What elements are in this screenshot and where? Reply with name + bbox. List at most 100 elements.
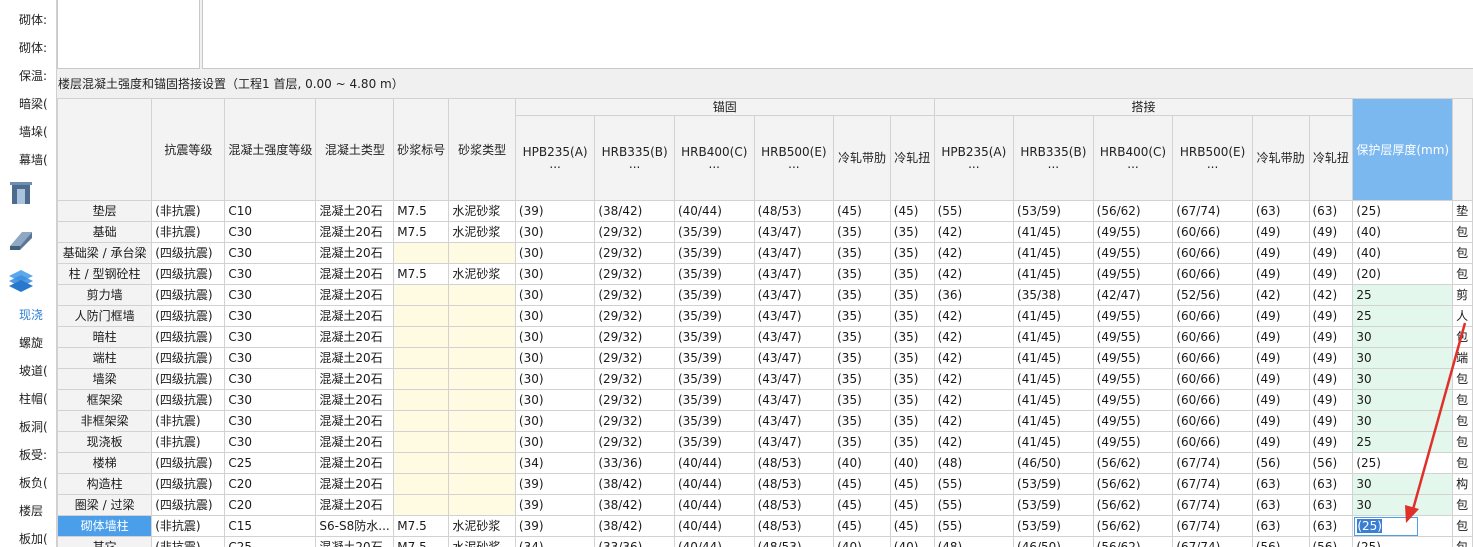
cell-lap-2[interactable]: (49/55) <box>1092 410 1174 432</box>
cell-anchor-0[interactable]: (30) <box>514 389 596 411</box>
cell-anchor-3[interactable]: (43/47) <box>753 389 835 411</box>
cell-mortar-type[interactable]: 水泥砂浆 <box>448 221 516 243</box>
cell-lap-1[interactable]: (53/59) <box>1013 200 1094 222</box>
cell-anchor-2[interactable]: (40/44) <box>673 452 755 474</box>
cell-lap-3[interactable]: (52/56) <box>1172 284 1253 306</box>
cell-lap-1[interactable]: (41/45) <box>1013 389 1094 411</box>
door-frame-icon[interactable] <box>6 178 36 208</box>
cell-lap-3[interactable]: (60/66) <box>1172 389 1253 411</box>
cell-lap-2[interactable]: (56/62) <box>1092 536 1174 547</box>
cell-anchor-1[interactable]: (29/32) <box>594 389 675 411</box>
cell-cover-thickness-editor[interactable]: (25) <box>1352 515 1454 537</box>
sidebar-item-cast-in-place[interactable]: 现浇 <box>19 305 43 325</box>
cell-lap-5[interactable]: (49) <box>1308 221 1354 243</box>
cell-anchor-4[interactable]: (35) <box>833 284 891 306</box>
cell-anchor-3[interactable]: (43/47) <box>753 431 835 453</box>
table-row[interactable]: 剪力墙 (四级抗震) C30 混凝土20石 (30) (29/32) (35/39) (43/… <box>57 284 1473 306</box>
row-component-name[interactable]: 基础梁 / 承台梁 <box>57 242 153 264</box>
cell-anchor-1[interactable]: (38/42) <box>594 473 675 495</box>
table-row[interactable]: 暗柱 (四级抗震) C30 混凝土20石 (30) (29/32) (35/39) (43/4… <box>57 326 1473 348</box>
cell-concrete-type[interactable]: 混凝土20石 <box>315 326 395 348</box>
cell-extra[interactable]: 包 <box>1452 326 1473 348</box>
row-component-name[interactable]: 基础 <box>57 221 153 243</box>
cell-lap-1[interactable]: (53/59) <box>1013 494 1094 516</box>
cell-cover-thickness[interactable]: (40) <box>1352 221 1454 243</box>
cell-anchor-2[interactable]: (35/39) <box>673 347 755 369</box>
cell-lap-2[interactable]: (56/62) <box>1092 473 1174 495</box>
cell-seismic[interactable]: (四级抗震) <box>151 473 226 495</box>
cell-concrete-type[interactable]: S6-S8防水... <box>315 515 395 537</box>
cell-lap-5[interactable]: (49) <box>1308 242 1354 264</box>
table-row[interactable]: 圈梁 / 过梁 (四级抗震) C20 混凝土20石 (39) (38/42) (40/44)… <box>57 494 1473 516</box>
cell-lap-1[interactable]: (46/50) <box>1013 536 1094 547</box>
cell-lap-3[interactable]: (60/66) <box>1172 305 1253 327</box>
cell-concrete-type[interactable]: 混凝土20石 <box>315 242 395 264</box>
cell-lap-4[interactable]: (49) <box>1251 389 1310 411</box>
table-row[interactable]: 其它 (非抗震) C25 混凝土20石 M7.5 水泥砂浆 (34) (33/36) (40/4… <box>57 536 1473 547</box>
cell-concrete-type[interactable]: 混凝土20石 <box>315 200 395 222</box>
cell-lap-1[interactable]: (41/45) <box>1013 368 1094 390</box>
cell-cover-thickness[interactable]: 25 <box>1352 305 1454 327</box>
cell-lap-1[interactable]: (41/45) <box>1013 221 1094 243</box>
cell-seismic[interactable]: (四级抗震) <box>151 326 226 348</box>
cell-concrete-grade[interactable]: C25 <box>224 452 317 474</box>
cell-lap-3[interactable]: (60/66) <box>1172 410 1253 432</box>
cell-anchor-2[interactable]: (35/39) <box>673 284 755 306</box>
cell-lap-0[interactable]: (42) <box>933 326 1015 348</box>
table-row[interactable]: 墙梁 (四级抗震) C30 混凝土20石 (30) (29/32) (35/39) (43/4… <box>57 368 1473 390</box>
cell-seismic[interactable]: (四级抗震) <box>151 347 226 369</box>
cell-cover-thickness[interactable]: 30 <box>1352 410 1454 432</box>
cell-anchor-2[interactable]: (35/39) <box>673 410 755 432</box>
cell-lap-0[interactable]: (42) <box>933 431 1015 453</box>
cell-extra[interactable]: 包 <box>1452 263 1473 285</box>
cell-anchor-0[interactable]: (30) <box>514 263 596 285</box>
cell-anchor-2[interactable]: (40/44) <box>673 473 755 495</box>
cell-lap-4[interactable]: (49) <box>1251 326 1310 348</box>
cell-lap-0[interactable]: (42) <box>933 242 1015 264</box>
cell-lap-1[interactable]: (53/59) <box>1013 515 1094 537</box>
cell-lap-2[interactable]: (56/62) <box>1092 200 1174 222</box>
cell-lap-0[interactable]: (42) <box>933 410 1015 432</box>
cell-lap-2[interactable]: (56/62) <box>1092 494 1174 516</box>
sidebar-item-wall-pier[interactable]: 墙垛( <box>19 122 48 142</box>
cell-anchor-1[interactable]: (38/42) <box>594 200 675 222</box>
cell-lap-0[interactable]: (36) <box>933 284 1015 306</box>
cell-mortar-type[interactable] <box>448 431 516 453</box>
cell-anchor-5[interactable]: (40) <box>889 452 935 474</box>
cell-mortar-grade[interactable] <box>393 368 450 390</box>
cell-seismic[interactable]: (非抗震) <box>151 431 226 453</box>
cell-lap-4[interactable]: (56) <box>1251 536 1310 547</box>
sidebar-item-ramp[interactable]: 坡道( <box>19 361 48 381</box>
cell-seismic[interactable]: (四级抗震) <box>151 305 226 327</box>
cell-anchor-4[interactable]: (35) <box>833 410 891 432</box>
cell-anchor-4[interactable]: (40) <box>833 452 891 474</box>
cell-mortar-type[interactable] <box>448 494 516 516</box>
cell-anchor-3[interactable]: (43/47) <box>753 326 835 348</box>
cell-anchor-0[interactable]: (30) <box>514 431 596 453</box>
cell-anchor-1[interactable]: (29/32) <box>594 305 675 327</box>
cell-lap-0[interactable]: (42) <box>933 347 1015 369</box>
cell-lap-0[interactable]: (48) <box>933 452 1015 474</box>
row-component-name[interactable]: 柱 / 型钢砼柱 <box>57 263 153 285</box>
cover-thickness-input[interactable]: (25) <box>1354 517 1419 536</box>
cell-anchor-4[interactable]: (35) <box>833 389 891 411</box>
stacked-layers-icon[interactable] <box>6 264 36 294</box>
cell-anchor-4[interactable]: (45) <box>833 200 891 222</box>
cell-seismic[interactable]: (非抗震) <box>151 515 226 537</box>
table-row[interactable]: 基础梁 / 承台梁 (四级抗震) C30 混凝土20石 (30) (29/32) (35/3… <box>57 242 1473 264</box>
cell-concrete-type[interactable]: 混凝土20石 <box>315 284 395 306</box>
table-row[interactable]: 基础 (非抗震) C30 混凝土20石 M7.5 水泥砂浆 (30) (29/32) (35/3… <box>57 221 1473 243</box>
cell-lap-1[interactable]: (41/45) <box>1013 410 1094 432</box>
cell-anchor-4[interactable]: (35) <box>833 347 891 369</box>
cell-anchor-0[interactable]: (30) <box>514 242 596 264</box>
cell-anchor-4[interactable]: (45) <box>833 494 891 516</box>
row-component-name[interactable]: 框架梁 <box>57 389 153 411</box>
cell-anchor-1[interactable]: (29/32) <box>594 263 675 285</box>
cell-concrete-type[interactable]: 混凝土20石 <box>315 473 395 495</box>
cell-lap-0[interactable]: (42) <box>933 368 1015 390</box>
cell-extra[interactable]: 包 <box>1452 221 1473 243</box>
cell-anchor-5[interactable]: (35) <box>889 263 935 285</box>
cell-lap-1[interactable]: (53/59) <box>1013 473 1094 495</box>
cell-anchor-5[interactable]: (35) <box>889 221 935 243</box>
cell-anchor-0[interactable]: (30) <box>514 347 596 369</box>
